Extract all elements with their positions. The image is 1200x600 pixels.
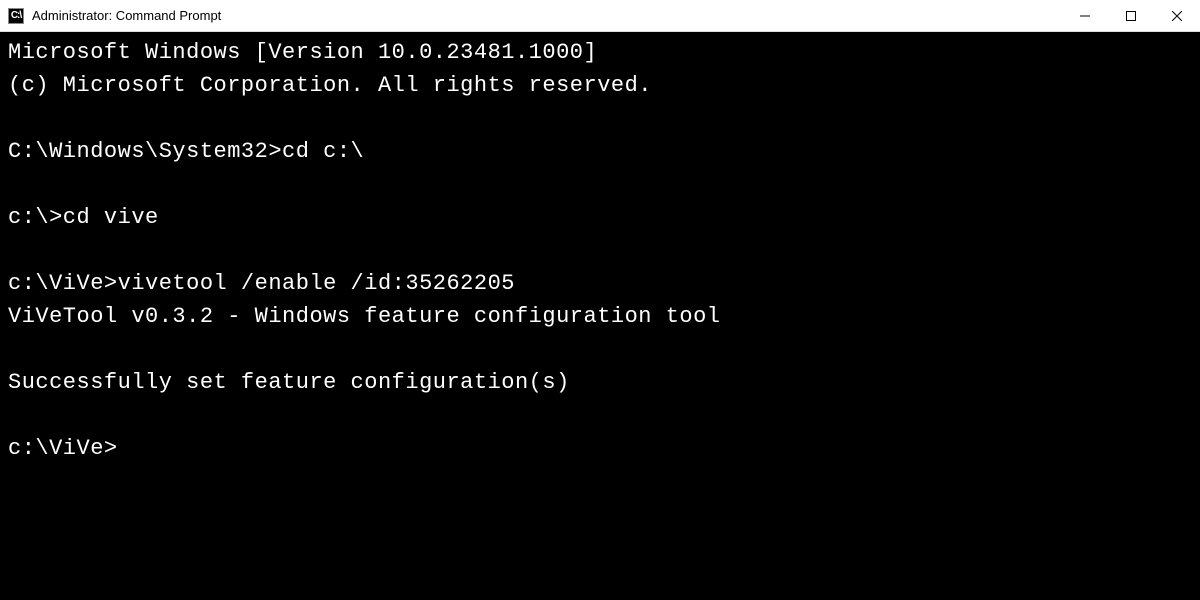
terminal-line: C:\Windows\System32>cd c:\ (8, 135, 1192, 168)
minimize-icon (1080, 11, 1090, 21)
titlebar: C:\ Administrator: Command Prompt (0, 0, 1200, 32)
terminal-line: Microsoft Windows [Version 10.0.23481.10… (8, 36, 1192, 69)
terminal-line: Successfully set feature configuration(s… (8, 366, 1192, 399)
cmd-icon: C:\ (8, 8, 24, 24)
window-controls (1062, 0, 1200, 31)
terminal-line: c:\ViVe>vivetool /enable /id:35262205 (8, 267, 1192, 300)
maximize-button[interactable] (1108, 0, 1154, 31)
window-title: Administrator: Command Prompt (32, 8, 1062, 23)
minimize-button[interactable] (1062, 0, 1108, 31)
terminal-blank (8, 399, 1192, 432)
terminal-blank (8, 168, 1192, 201)
terminal-prompt: c:\ViVe> (8, 432, 1192, 465)
terminal-line: ViVeTool v0.3.2 - Windows feature config… (8, 300, 1192, 333)
close-button[interactable] (1154, 0, 1200, 31)
terminal-line: c:\>cd vive (8, 201, 1192, 234)
close-icon (1172, 11, 1182, 21)
terminal-blank (8, 333, 1192, 366)
maximize-icon (1126, 11, 1136, 21)
terminal-output[interactable]: Microsoft Windows [Version 10.0.23481.10… (0, 32, 1200, 469)
terminal-blank (8, 234, 1192, 267)
terminal-line: (c) Microsoft Corporation. All rights re… (8, 69, 1192, 102)
terminal-blank (8, 102, 1192, 135)
